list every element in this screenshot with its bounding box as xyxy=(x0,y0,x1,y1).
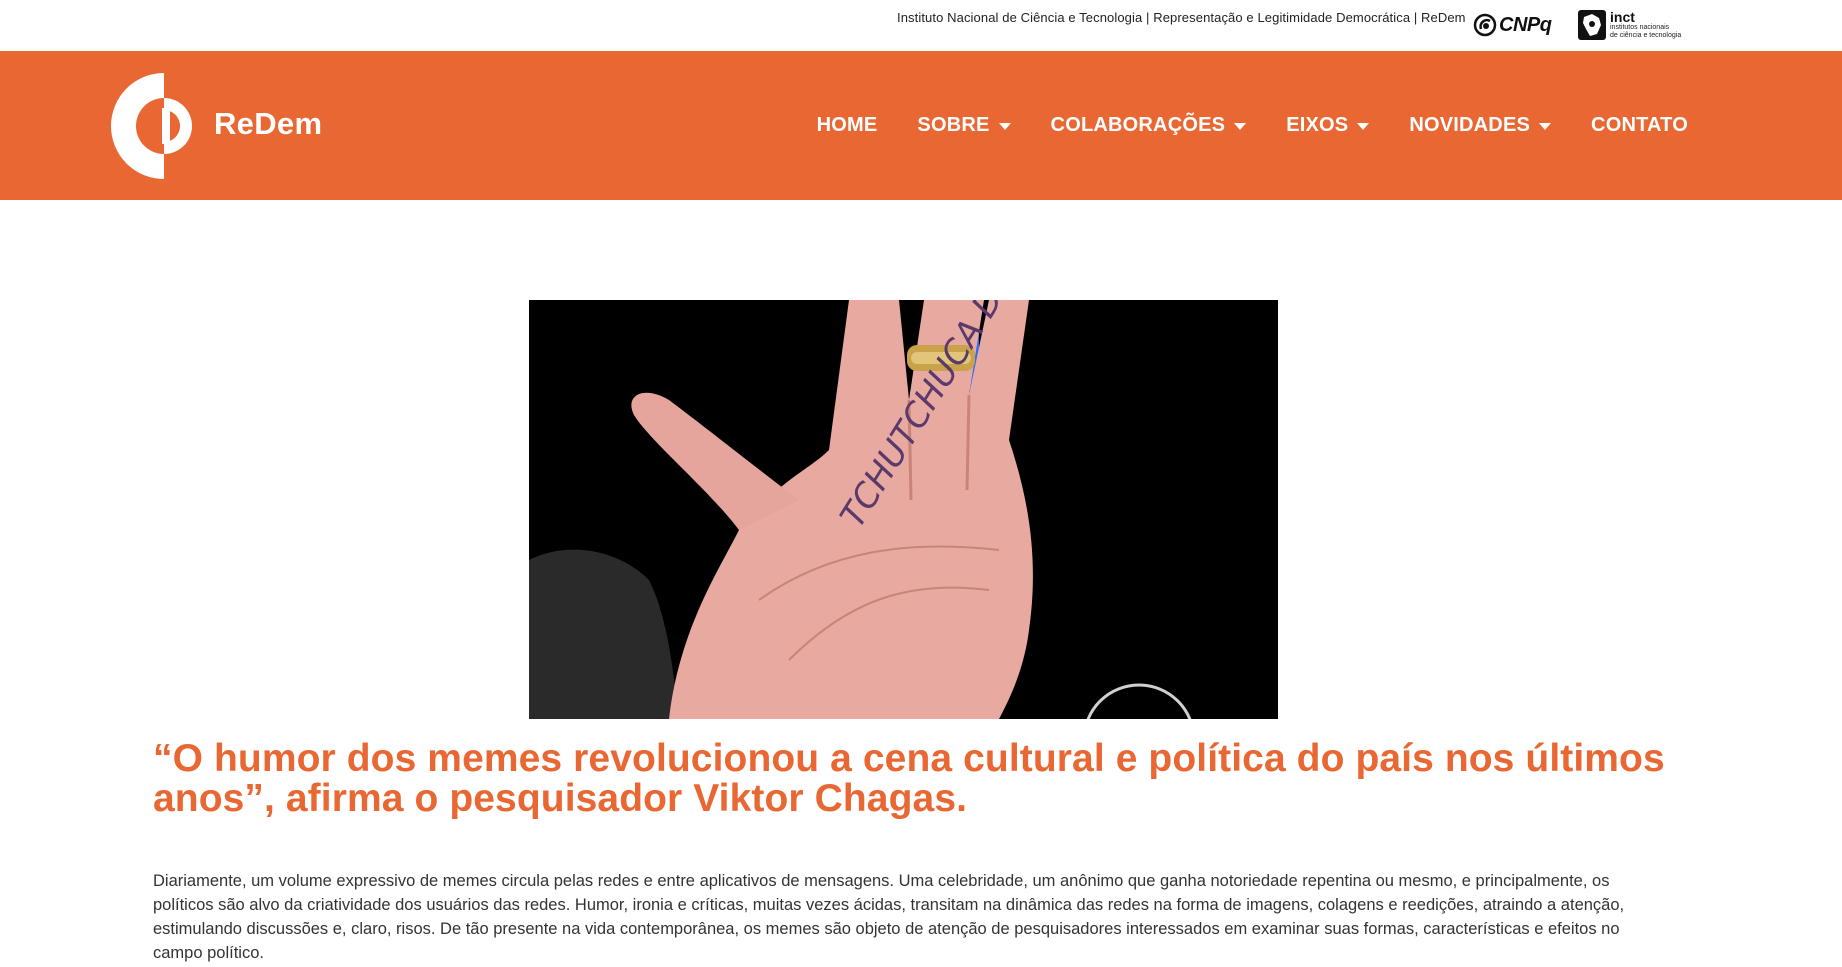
article-image: TCHUTCHUCA DO CENTRÃO xyxy=(529,300,1278,719)
caret-down-icon xyxy=(1357,123,1370,130)
nav-novidades-label: NOVIDADES xyxy=(1409,114,1531,136)
nav-contato[interactable]: CONTATO xyxy=(1591,114,1688,137)
cnpq-logo-text: CNPq xyxy=(1499,13,1552,36)
caret-down-icon xyxy=(1539,123,1552,130)
inct-logo-title: inct xyxy=(1610,9,1635,25)
nav-novidades[interactable]: NOVIDADES xyxy=(1409,114,1552,137)
redem-logo-icon[interactable] xyxy=(108,71,220,181)
nav-sobre[interactable]: SOBRE xyxy=(917,114,1011,137)
article-headline: “O humor dos memes revolucionou a cena c… xyxy=(153,737,1665,820)
nav-eixos[interactable]: EIXOS xyxy=(1286,114,1370,137)
cnpq-logo[interactable]: CNPq xyxy=(1473,12,1555,38)
logo-text[interactable]: ReDem xyxy=(214,106,322,142)
nav-sobre-label: SOBRE xyxy=(917,114,990,136)
top-bar: Instituto Nacional de Ciência e Tecnolog… xyxy=(0,0,1842,51)
inct-logo-line1: institutos nacionais xyxy=(1610,24,1670,31)
nav-eixos-label: EIXOS xyxy=(1286,114,1349,136)
hand-photo-illustration: TCHUTCHUCA DO CENTRÃO xyxy=(529,300,1278,719)
nav-home-label: HOME xyxy=(816,114,878,136)
nav-contato-label: CONTATO xyxy=(1591,114,1688,136)
cnpq-mark-icon xyxy=(1473,13,1497,37)
main-header: ReDem HOME SOBRE COLABORAÇÕES EIXOS NOVI… xyxy=(0,51,1842,200)
inct-logo-line2: de ciência e tecnologia xyxy=(1610,32,1682,39)
nav-home[interactable]: HOME xyxy=(817,114,878,137)
nav-colaboracoes-label: COLABORAÇÕES xyxy=(1050,114,1226,136)
main-nav: HOME SOBRE COLABORAÇÕES EIXOS NOVIDADES … xyxy=(817,51,1688,200)
brazil-map-icon xyxy=(1578,10,1606,40)
institution-text: Instituto Nacional de Ciência e Tecnolog… xyxy=(897,10,1466,25)
article-body: Diariamente, um volume expressivo de mem… xyxy=(153,872,1625,962)
caret-down-icon xyxy=(998,123,1011,130)
caret-down-icon xyxy=(1234,123,1247,130)
inct-logo[interactable]: inct institutos nacionais de ciência e t… xyxy=(1578,10,1681,40)
nav-colaboracoes[interactable]: COLABORAÇÕES xyxy=(1051,114,1247,137)
